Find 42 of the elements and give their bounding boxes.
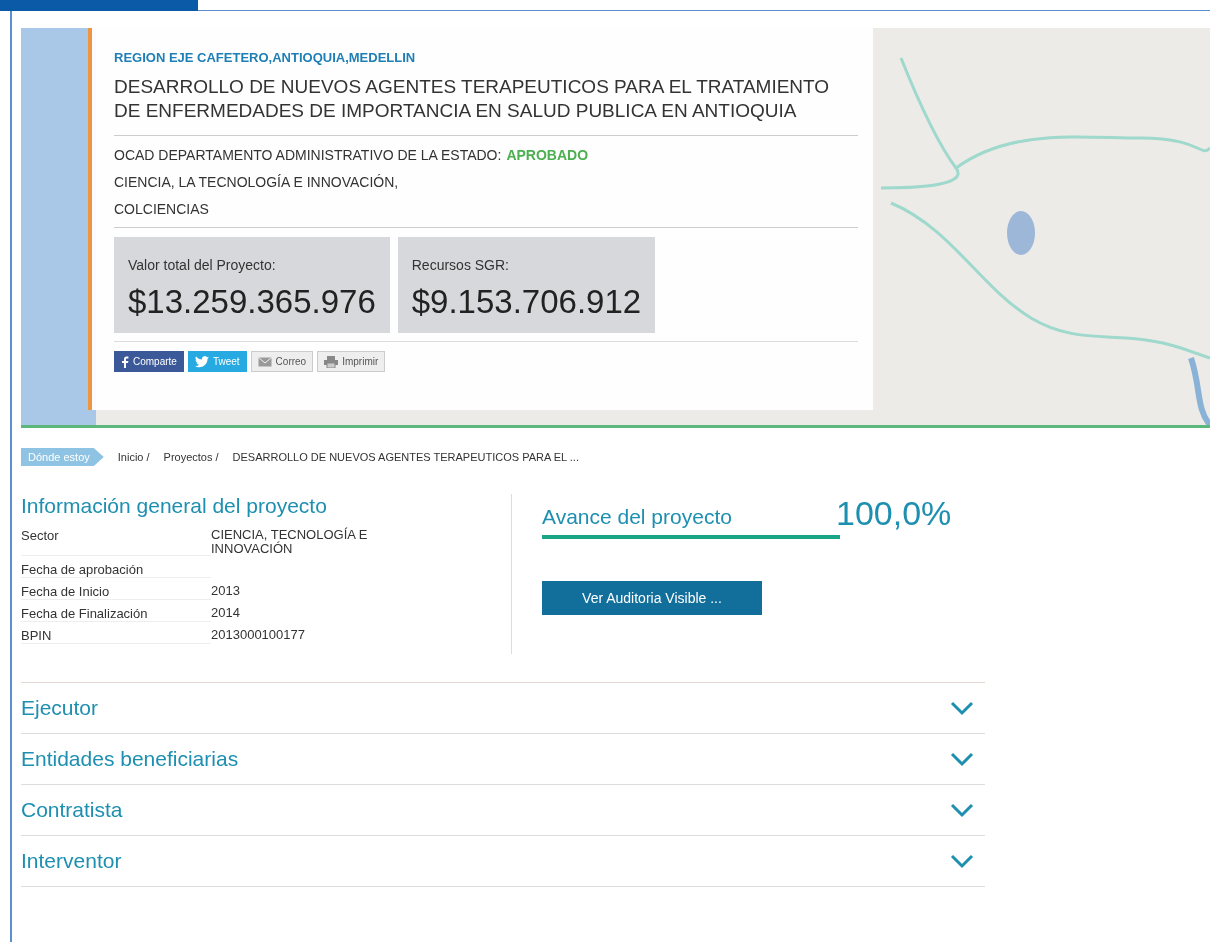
chevron-icon — [949, 751, 975, 767]
field-label: Sector — [21, 528, 211, 556]
section-title: Información general del proyecto — [21, 494, 328, 518]
ocad-label: OCAD DEPARTAMENTO ADMINISTRATIVO DE LA ESTADO: — [114, 146, 502, 165]
envelope-icon — [257, 356, 272, 367]
accordion-header[interactable]: Contratista — [21, 785, 985, 836]
entity-text: CIENCIA, LA TECNOLOGÍA E INNOVACIÓN, — [114, 173, 400, 192]
facebook-icon — [121, 355, 129, 368]
field-value: 2014 — [211, 606, 241, 622]
breadcrumb-link[interactable]: Inicio / — [117, 451, 150, 463]
field-value: 2013000100177 — [211, 628, 306, 644]
audit-button[interactable]: Ver Auditoria Visible ... — [542, 581, 762, 615]
amount-value: $9.153.706.912 — [411, 283, 642, 321]
location-tag: Dónde estoy — [21, 448, 104, 466]
printer-icon — [324, 355, 339, 368]
status-label: APROBADO — [506, 146, 589, 165]
share-button[interactable]: Comparte — [114, 351, 184, 372]
chevron-icon — [949, 700, 975, 716]
field-value: 2013 — [211, 584, 241, 600]
project-title: DESARROLLO DE NUEVOS AGENTES TERAPEUTICOS PARA EL TRATAMIENTO DE ENFERMEDADES DE IMPORTANCIA EN SALUD PUBLICA EN ANTIOQUIA — [114, 75, 858, 136]
field-label: Fecha de Finalización — [21, 606, 211, 622]
accordion-header[interactable]: Interventor — [21, 836, 985, 887]
breadcrumb-link[interactable]: Proyectos / — [163, 451, 219, 463]
region-label: REGION EJE CAFETERO,ANTIOQUIA,MEDELLIN — [114, 50, 417, 65]
field-value: CIENCIA, TECNOLOGÍA E INNOVACIÓN — [211, 528, 369, 556]
share-button[interactable]: Imprimir — [317, 351, 386, 372]
progress-reading: 100,0% — [836, 494, 952, 533]
amount-label: Valor total del Proyecto: — [128, 257, 277, 273]
field-label: BPIN — [21, 628, 211, 644]
chevron-icon — [949, 802, 975, 818]
entity-text: COLCIENCIAS — [114, 200, 210, 219]
breadcrumb-link[interactable]: DESARROLLO DE NUEVOS AGENTES TERAPEUTICOS PARA EL ... — [232, 451, 579, 463]
chevron-icon — [949, 853, 975, 869]
share-button[interactable]: Correo — [250, 351, 314, 372]
section-title: Avance del proyecto — [542, 505, 733, 529]
bird-icon — [194, 355, 209, 368]
field-label: Fecha de Inicio — [21, 584, 211, 600]
field-label: Fecha de aprobación — [21, 562, 211, 578]
accordion-header[interactable]: Entidades beneficiarias — [21, 734, 985, 785]
amount-value: $13.259.365.976 — [128, 283, 376, 321]
amount-label: Recursos SGR: — [411, 257, 510, 273]
accordion-header[interactable]: Ejecutor — [21, 683, 985, 734]
